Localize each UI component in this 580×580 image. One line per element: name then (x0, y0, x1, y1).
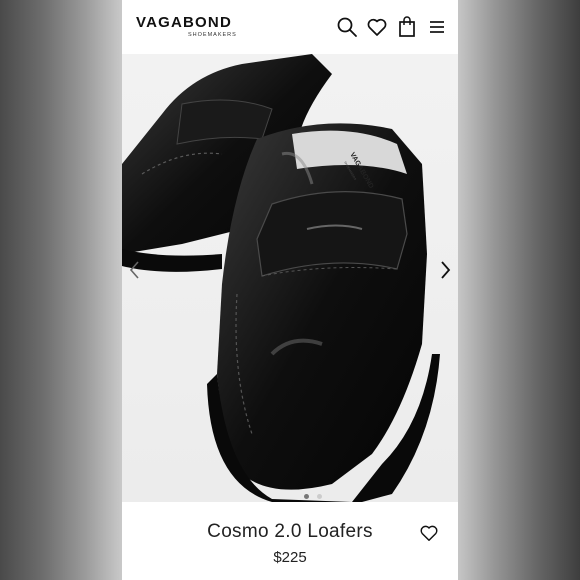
previous-image-arrow-icon[interactable] (126, 259, 144, 281)
site-header: VAGABOND SHOEMAKERS (122, 0, 458, 54)
product-image-carousel[interactable]: VAGABOND SHOEMAKERS (122, 54, 458, 502)
bag-icon[interactable] (396, 16, 418, 38)
carousel-dot[interactable] (304, 494, 309, 499)
background-right (458, 0, 580, 580)
phone-screen: VAGABOND SHOEMAKERS VAGABOND SHOEMAKERS … (122, 0, 458, 580)
brand-tagline: SHOEMAKERS (188, 32, 237, 38)
product-image: VAGABOND SHOEMAKERS (122, 54, 440, 502)
menu-icon[interactable] (426, 16, 448, 38)
wishlist-heart-icon[interactable] (419, 523, 439, 543)
product-price: $225 (273, 549, 307, 566)
next-image-arrow-icon[interactable] (436, 259, 454, 281)
carousel-dot[interactable] (317, 494, 323, 499)
brand-logo[interactable]: VAGABOND (136, 14, 232, 31)
search-icon[interactable] (336, 16, 358, 38)
carousel-indicators (302, 486, 324, 502)
heart-icon[interactable] (366, 16, 388, 38)
product-name: Cosmo 2.0 Loafers (207, 521, 373, 542)
background-left (0, 0, 122, 580)
